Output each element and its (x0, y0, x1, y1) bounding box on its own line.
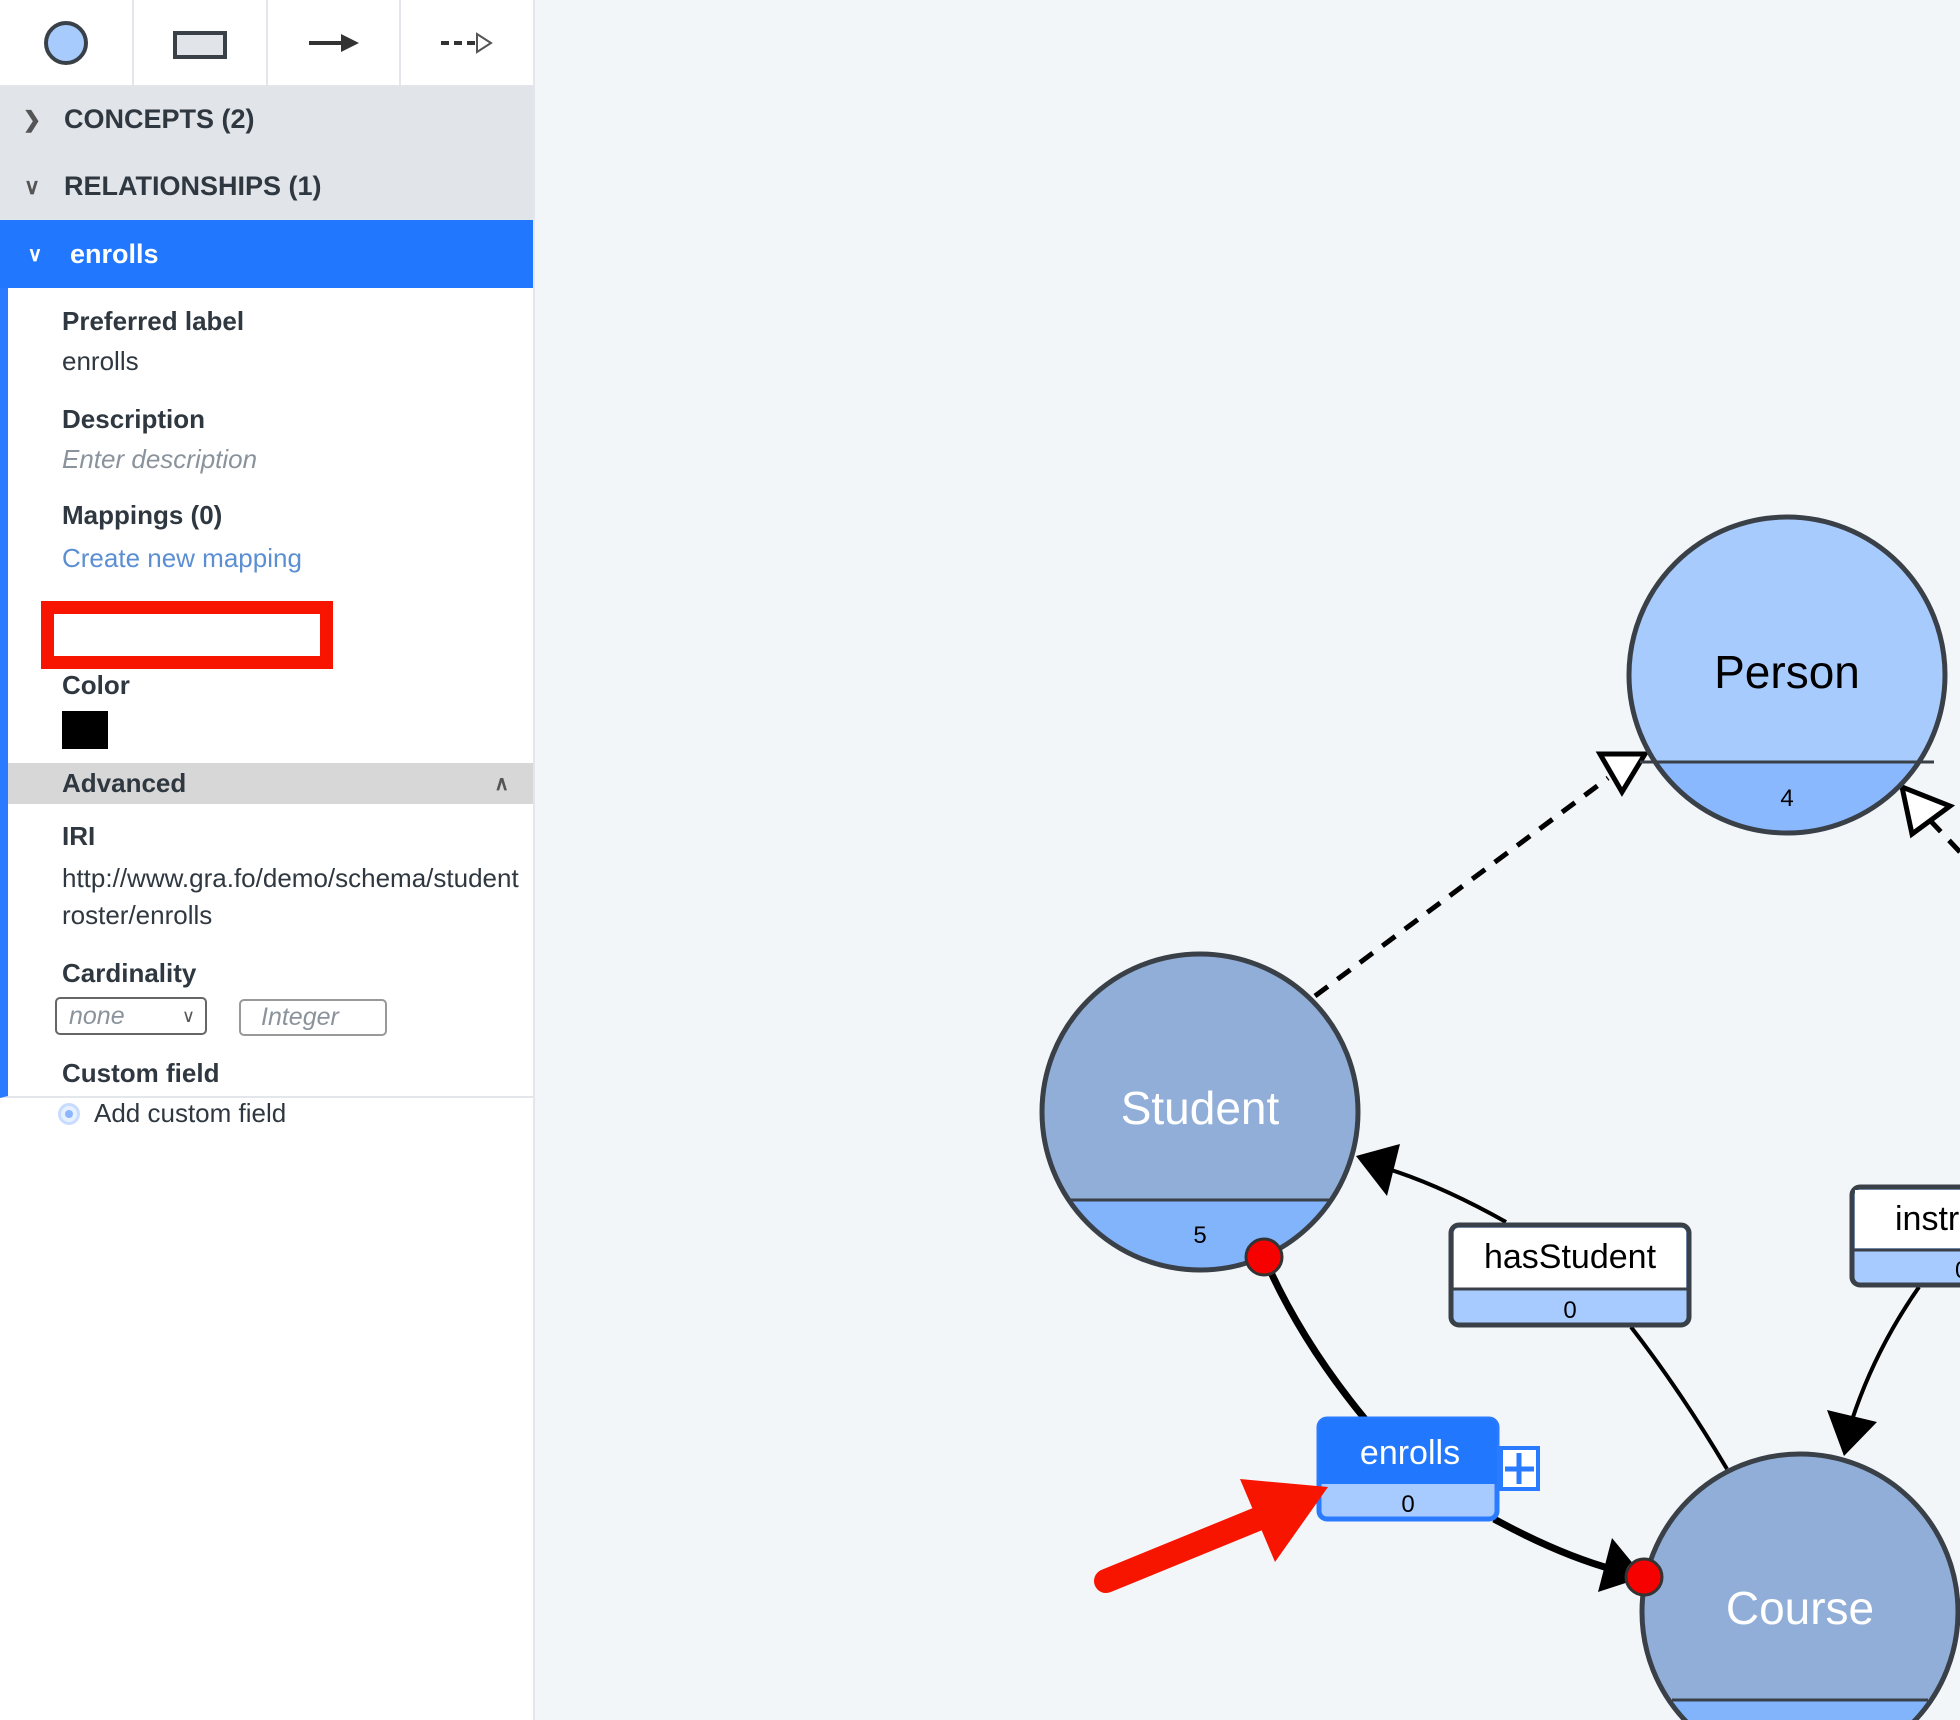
open-triangle-arrowhead (1898, 782, 1956, 839)
advanced-section-header[interactable]: Advanced ∧ (8, 763, 533, 804)
relationship-label: enrolls (1360, 1434, 1460, 1472)
mappings-title: Mappings (0) (62, 500, 223, 530)
cardinality-title: Cardinality (62, 958, 197, 988)
cardinality-integer-input[interactable]: Integer (239, 999, 387, 1036)
add-custom-field-button[interactable]: Add custom field (58, 1098, 286, 1129)
concept-label: Course (1726, 1582, 1874, 1634)
relationship-label: hasStudent (1484, 1238, 1657, 1276)
dashed-arrow-icon (441, 31, 493, 54)
highlight-box (41, 601, 333, 669)
relationship-item-enrolls[interactable]: ∨ enrolls (0, 220, 533, 288)
relationship-label: instr (1895, 1200, 1959, 1238)
relationship-node-enrolls-selected[interactable]: enrolls 0 (1316, 1416, 1500, 1522)
concept-label: Student (1121, 1082, 1280, 1134)
add-relationship-tool[interactable] (267, 0, 402, 85)
edge-endpoint-handle[interactable] (1624, 1557, 1664, 1597)
relationships-section-header[interactable]: ∨ RELATIONSHIPS (1) (0, 153, 533, 220)
relationships-section-label: RELATIONSHIPS (1) (64, 171, 322, 201)
preferred-label-title: Preferred label (62, 306, 245, 336)
relationship-node-instr[interactable]: instr 0 (1849, 1184, 1960, 1288)
annotation-arrow (1094, 1479, 1328, 1593)
arrowhead (1827, 1410, 1877, 1456)
color-title: Color (62, 670, 130, 700)
toolbar (0, 0, 533, 86)
add-custom-field-label: Add custom field (94, 1098, 287, 1128)
advanced-title: Advanced (62, 768, 187, 798)
relationship-count: 0 (1563, 1297, 1576, 1324)
add-rectangle-tool[interactable] (133, 0, 268, 85)
chevron-up-icon: ∧ (494, 773, 509, 795)
subclass-edge-right-person[interactable] (1898, 782, 1960, 854)
edge-endpoint-handle[interactable] (1244, 1237, 1284, 1277)
relationship-node-hasStudent[interactable]: hasStudent 0 (1448, 1222, 1692, 1328)
custom-field-title: Custom field (62, 1058, 220, 1088)
relationship-details-panel: Preferred label enrolls Description Ente… (0, 288, 533, 1128)
arrow-right-icon (309, 33, 360, 52)
concepts-section-header[interactable]: ❯ CONCEPTS (2) (0, 86, 533, 153)
chevron-down-icon: ∨ (23, 173, 41, 199)
cardinality-select-value: none (69, 1002, 125, 1030)
add-circle-icon (58, 1102, 80, 1125)
add-property-plus-icon[interactable] (1499, 1446, 1540, 1491)
concept-count: 4 (1780, 785, 1793, 812)
sidebar: ❯ CONCEPTS (2) ∨ RELATIONSHIPS (1) ∨ enr… (0, 0, 535, 1720)
iri-value-line1: http://www.gra.fo/demo/schema/student (62, 863, 519, 893)
relationship-item-label: enrolls (70, 238, 159, 269)
open-triangle-arrowhead (1595, 751, 1650, 797)
subclass-edge-student-person[interactable] (1313, 751, 1650, 999)
concept-count: 5 (1193, 1222, 1206, 1249)
description-title: Description (62, 404, 206, 434)
circle-icon (43, 20, 88, 65)
arrowhead (1356, 1144, 1400, 1196)
relationship-count: 0 (1955, 1257, 1960, 1284)
rectangle-icon (172, 30, 227, 59)
add-concept-tool[interactable] (0, 0, 134, 85)
preferred-label-value[interactable]: enrolls (62, 346, 139, 377)
chevron-right-icon: ❯ (22, 106, 42, 132)
cardinality-select[interactable]: none ∨ (55, 997, 207, 1035)
description-input[interactable]: Enter description (62, 444, 257, 475)
relationship-count: 0 (1401, 1491, 1414, 1518)
color-swatch[interactable] (62, 711, 108, 749)
concepts-section-label: CONCEPTS (2) (64, 104, 255, 134)
concept-label: Person (1714, 646, 1860, 698)
iri-title: IRI (62, 821, 96, 851)
create-new-mapping-link[interactable]: Create new mapping (62, 543, 302, 574)
iri-value-line2: roster/enrolls (62, 900, 213, 930)
concept-node-student[interactable]: Student 5 (1000, 951, 1400, 1300)
chevron-down-icon: ∨ (181, 1006, 195, 1026)
chevron-down-icon: ∨ (27, 243, 43, 266)
add-subclass-tool[interactable] (401, 0, 533, 85)
edge-instr-course[interactable] (1827, 1285, 1921, 1456)
